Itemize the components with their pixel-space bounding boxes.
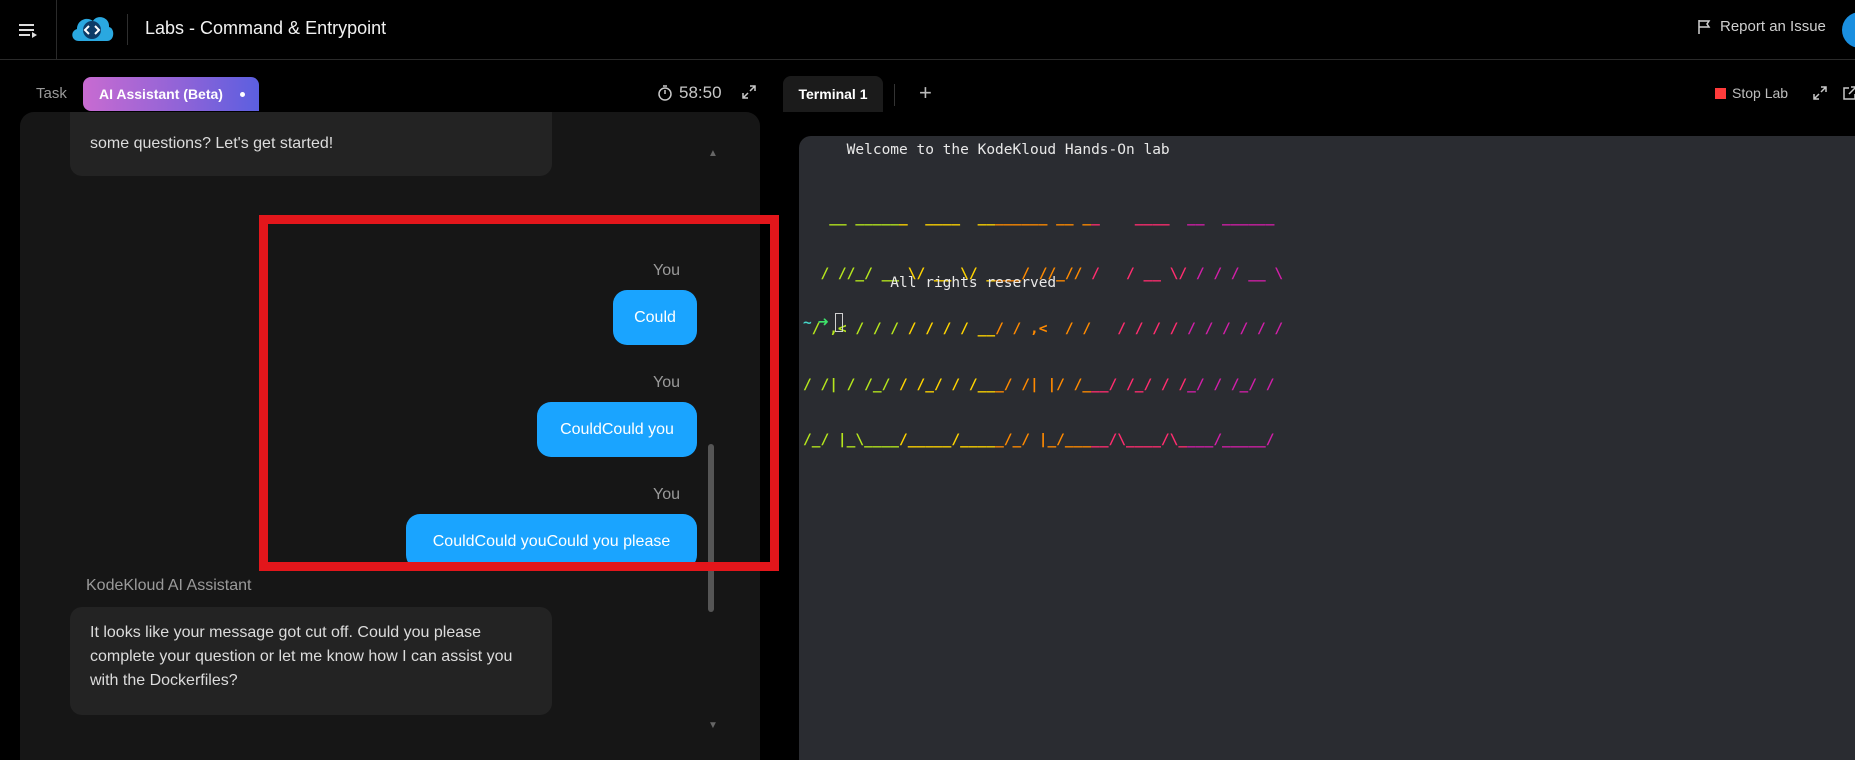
ascii-segment: / /| / /_/ <box>803 376 900 393</box>
ascii-segment: _ ____ <box>1091 210 1188 226</box>
ascii-segment: __ ______ <box>1187 210 1275 226</box>
avatar[interactable] <box>1842 12 1855 48</box>
add-terminal-button[interactable]: + <box>919 80 932 106</box>
ascii-segment: / / __ \/ <box>1091 265 1188 282</box>
ascii-segment: / / ,< / / <box>995 321 1092 337</box>
ascii-segment: / / / / / / <box>1187 321 1284 337</box>
stop-lab-button[interactable]: Stop Lab <box>1715 85 1788 101</box>
ascii-segment: / /_/ / /__ <box>899 376 996 393</box>
ascii-segment: __/\____/\_ <box>1091 432 1188 448</box>
lab-timer: 58:50 <box>657 83 722 103</box>
terminal-prompt: ~ ➜ <box>803 312 843 333</box>
terminal-panel: Terminal 1 + Stop Lab Welcome to the Kod… <box>783 60 1855 760</box>
open-external-icon[interactable] <box>1843 86 1855 100</box>
tab-ai-assistant-label: AI Assistant (Beta) <box>99 86 223 102</box>
ascii-segment: __/ /_/ / / <box>1091 376 1188 393</box>
terminal-welcome: Welcome to the KodeKloud Hands-On lab <box>803 142 1170 158</box>
expand-icon[interactable] <box>742 85 756 99</box>
stop-lab-label: Stop Lab <box>1732 85 1789 101</box>
assistant-message: It looks like your message got cut off. … <box>70 607 552 715</box>
assistant-message-text: some questions? Let's get started! <box>90 135 334 152</box>
logo-divider <box>127 14 128 45</box>
terminal-screen[interactable]: Welcome to the KodeKloud Hands-On lab __… <box>799 136 1855 760</box>
menu-toggle-button[interactable] <box>0 0 57 60</box>
terminal-cursor <box>834 313 843 332</box>
report-issue-label: Report an Issue <box>1720 18 1826 35</box>
report-issue-button[interactable]: Report an Issue <box>1697 18 1826 35</box>
ascii-segment: _/_/ |_/___ <box>995 432 1092 448</box>
tab-task[interactable]: Task <box>36 85 67 102</box>
ascii-line: / ,< / / / / / / / __/ / ,< / / / / / / … <box>803 320 1283 339</box>
highlight-box <box>259 215 779 571</box>
ascii-segment: / / / / <box>1091 321 1188 337</box>
ascii-segment: / / / __ \ <box>1187 265 1284 282</box>
ascii-segment: _/ /| |/ /_ <box>995 376 1092 393</box>
menu-icon <box>19 24 37 38</box>
ascii-segment: _ ____ __ <box>899 210 996 226</box>
assistant-message-text: It looks like your message got cut off. … <box>90 624 513 689</box>
ascii-segment: ___/_____/ <box>1187 432 1275 448</box>
ascii-line: /_/ |_\____/_____/_____/_/ |_/_____/\___… <box>803 431 1283 450</box>
ascii-segment: _/ / /_/ / <box>1187 376 1275 393</box>
flag-icon <box>1698 19 1711 34</box>
ascii-segment: ______ __ _ <box>995 210 1092 226</box>
terminal-rights: All rights reserved <box>803 275 1057 291</box>
ascii-line: __ ______ ____ ________ __ __ ____ __ __… <box>803 209 1283 228</box>
prompt-tilde: ~ <box>803 314 812 331</box>
scroll-down-icon[interactable]: ▼ <box>708 720 718 731</box>
tab-terminal-1[interactable]: Terminal 1 <box>783 76 883 112</box>
stop-icon <box>1715 87 1726 99</box>
ascii-line: / /| / /_/ / /_/ / /___/ /| |/ /___/ /_/… <box>803 376 1283 395</box>
assistant-name: KodeKloud AI Assistant <box>86 577 252 594</box>
assistant-message: some questions? Let's get started! <box>70 112 552 176</box>
status-dot <box>240 92 245 97</box>
scroll-up-icon[interactable]: ▲ <box>708 148 718 159</box>
ascii-segment: /_/ |_\____ <box>803 432 900 448</box>
terminal-ascii-banner: __ ______ ____ ________ __ __ ____ __ __… <box>803 172 1283 487</box>
page-title: Labs - Command & Entrypoint <box>145 18 387 38</box>
prompt-arrow-icon: ➜ <box>817 312 829 333</box>
top-bar: Labs - Command & Entrypoint Report an Is… <box>0 0 1855 60</box>
stopwatch-icon <box>658 85 672 101</box>
ascii-segment: / / / / __ <box>899 321 996 337</box>
ascii-segment: __ _____ <box>803 210 900 226</box>
timer-value: 58:50 <box>679 83 722 102</box>
ascii-segment: /_____/____ <box>899 432 996 448</box>
tab-divider <box>894 84 895 106</box>
kodekloud-logo[interactable] <box>69 11 115 47</box>
tab-ai-assistant[interactable]: AI Assistant (Beta) <box>83 77 259 111</box>
expand-icon[interactable] <box>1813 86 1827 100</box>
